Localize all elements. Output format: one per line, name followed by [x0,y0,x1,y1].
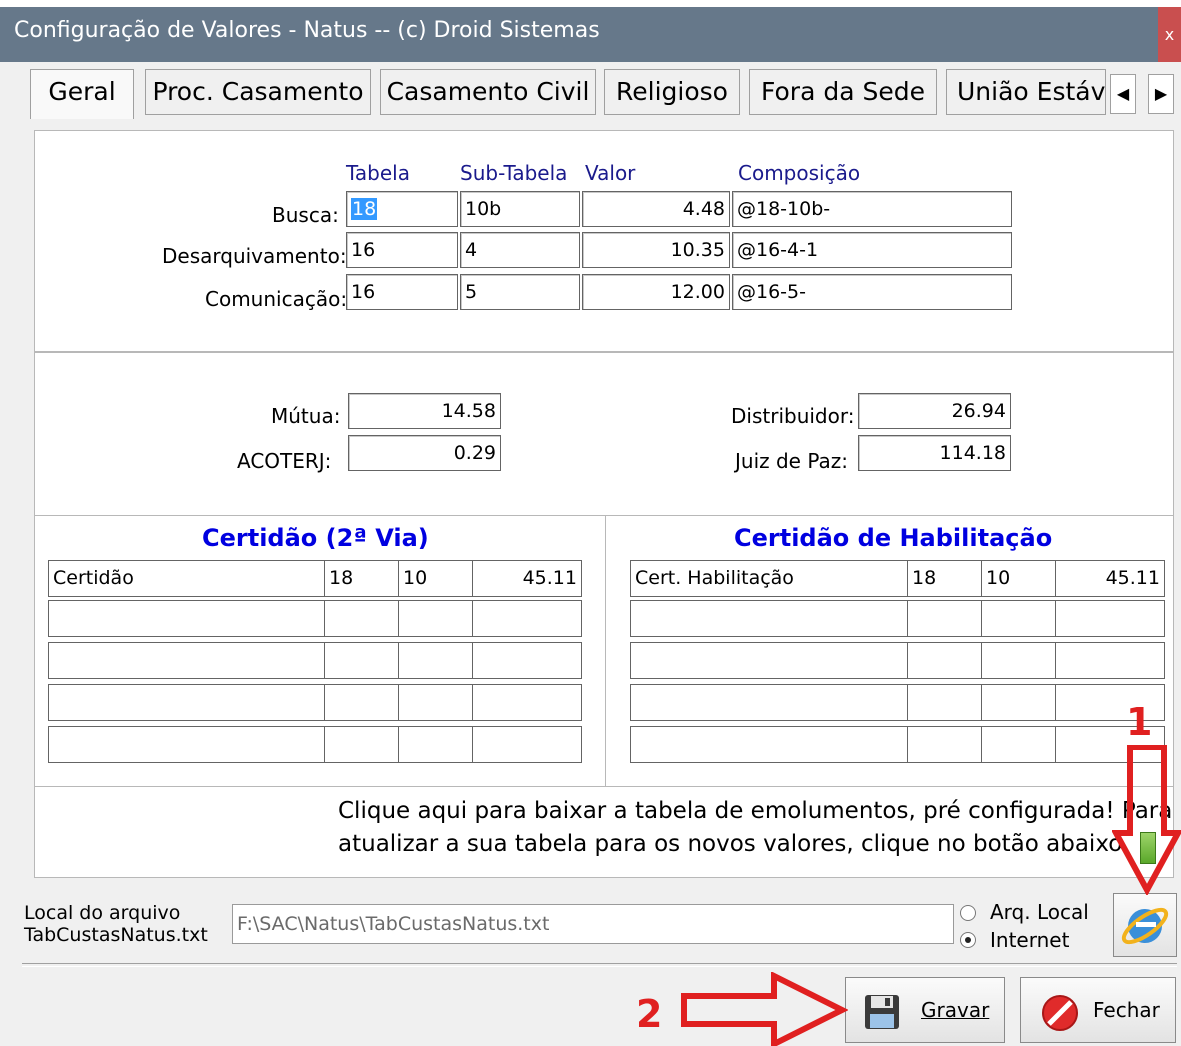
desarquivamento-subtabela-input[interactable]: 4 [460,232,580,268]
info-text-line1: Clique aqui para baixar a tabela de emol… [338,798,1173,824]
certhab-cell[interactable] [907,684,982,721]
label-acoterj: ACOTERJ: [237,449,332,473]
header-composicao: Composição [738,161,861,185]
certidao-2via-title: Certidão (2ª Via) [202,524,429,552]
radio-arq-local[interactable] [960,905,976,921]
file-location-label: Local do arquivo TabCustasNatus.txt [24,902,208,946]
gravar-button[interactable]: Gravar [845,977,1005,1043]
certhab-cell[interactable]: 10 [981,560,1056,597]
certhab-cell[interactable]: 18 [907,560,982,597]
busca-tabela-input[interactable]: 18 [346,191,458,227]
floppy-disk-icon [865,995,899,1029]
certhab-cell[interactable] [981,684,1056,721]
cert2via-cell[interactable] [48,684,325,721]
header-valor: Valor [585,161,636,185]
label-busca: Busca: [272,203,339,227]
certhab-cell[interactable] [630,684,908,721]
info-text-line2: atualizar a sua tabela para os novos val… [338,831,1130,857]
cert2via-cell[interactable] [472,726,582,763]
internet-explorer-icon [1121,907,1169,945]
cert2via-cell[interactable] [324,684,399,721]
comunicacao-composicao-input[interactable]: @16-5- [732,274,1012,310]
busca-subtabela-input[interactable]: 10b [460,191,580,227]
gravar-label: Gravar [921,998,990,1022]
label-desarquivamento: Desarquivamento: [162,244,347,268]
certhab-cell[interactable]: 45.11 [1055,560,1165,597]
radio-arq-local-label[interactable]: Arq. Local [990,900,1089,924]
certhab-cell[interactable]: Cert. Habilitação [630,560,908,597]
certhab-cell[interactable] [907,642,982,679]
label-distribuidor: Distribuidor: [731,404,855,428]
radio-internet-label[interactable]: Internet [990,928,1069,952]
juiz-de-paz-input[interactable]: 114.18 [858,435,1011,471]
cert2via-cell[interactable] [398,600,473,637]
cert2via-cell[interactable] [324,642,399,679]
certidao-habilitacao-title: Certidão de Habilitação [734,524,1053,552]
internet-download-button[interactable] [1113,893,1177,957]
header-tabela: Tabela [346,161,410,185]
label-comunicacao: Comunicação: [205,287,348,311]
cert2via-cell[interactable]: 10 [398,560,473,597]
tab-proc-casamento[interactable]: Proc. Casamento [145,69,371,115]
desarquivamento-tabela-input[interactable]: 16 [346,232,458,268]
cert2via-cell[interactable] [48,726,325,763]
cert2via-cell[interactable] [324,726,399,763]
radio-internet[interactable] [960,932,976,948]
busca-composicao-input[interactable]: @18-10b- [732,191,1012,227]
cert2via-cell[interactable]: 18 [324,560,399,597]
file-path-input[interactable]: F:\SAC\Natus\TabCustasNatus.txt [232,904,954,944]
group-taxas [34,352,1174,516]
comunicacao-subtabela-input[interactable]: 5 [460,274,580,310]
desarquivamento-composicao-input[interactable]: @16-4-1 [732,232,1012,268]
fechar-button[interactable]: Fechar [1020,977,1176,1043]
annotation-number-2: 2 [636,992,663,1036]
separator [22,963,1177,967]
cert2via-cell[interactable] [472,600,582,637]
certhab-cell[interactable] [630,600,908,637]
tab-casamento-civil[interactable]: Casamento Civil [380,69,596,115]
tab-geral[interactable]: Geral [30,69,134,119]
tab-uniao-estavel[interactable]: União Estáv [946,69,1106,115]
certhab-cell[interactable] [1055,600,1165,637]
close-button[interactable]: x [1158,7,1181,62]
certhab-cell[interactable] [907,726,982,763]
fechar-label: Fechar [1093,998,1160,1022]
desarquivamento-valor-input[interactable]: 10.35 [582,232,730,268]
label-juiz-de-paz: Juiz de Paz: [735,449,848,473]
acoterj-input[interactable]: 0.29 [348,435,501,471]
window-title: Configuração de Valores - Natus -- (c) D… [14,18,600,43]
stop-icon [1042,995,1078,1031]
tab-religioso[interactable]: Religioso [604,69,740,115]
busca-valor-input[interactable]: 4.48 [582,191,730,227]
cert2via-cell[interactable]: 45.11 [472,560,582,597]
annotation-arrow-down-icon [1112,745,1181,895]
cert2via-cell[interactable]: Certidão [48,560,325,597]
certhab-cell[interactable] [981,642,1056,679]
mutua-input[interactable]: 14.58 [348,393,501,429]
tab-scroll-left-icon[interactable]: ◀ [1110,74,1136,114]
certhab-cell[interactable] [907,600,982,637]
certhab-cell[interactable] [981,726,1056,763]
header-sub-tabela: Sub-Tabela [460,161,568,185]
distribuidor-input[interactable]: 26.94 [858,393,1011,429]
cert2via-cell[interactable] [472,642,582,679]
tab-fora-da-sede[interactable]: Fora da Sede [749,69,937,115]
certhab-cell[interactable] [630,726,908,763]
cert2via-cell[interactable] [472,684,582,721]
certhab-cell[interactable] [981,600,1056,637]
label-mutua: Mútua: [271,404,341,428]
certhab-cell[interactable] [630,642,908,679]
cert2via-cell[interactable] [48,600,325,637]
cert2via-cell[interactable] [398,642,473,679]
annotation-number-1: 1 [1126,700,1153,744]
annotation-arrow-right-icon [681,972,848,1046]
cert2via-cell[interactable] [324,600,399,637]
tab-scroll-right-icon[interactable]: ▶ [1148,74,1174,114]
comunicacao-tabela-input[interactable]: 16 [346,274,458,310]
cert2via-cell[interactable] [48,642,325,679]
cert2via-cell[interactable] [398,684,473,721]
certhab-cell[interactable] [1055,642,1165,679]
comunicacao-valor-input[interactable]: 12.00 [582,274,730,310]
cert2via-cell[interactable] [398,726,473,763]
